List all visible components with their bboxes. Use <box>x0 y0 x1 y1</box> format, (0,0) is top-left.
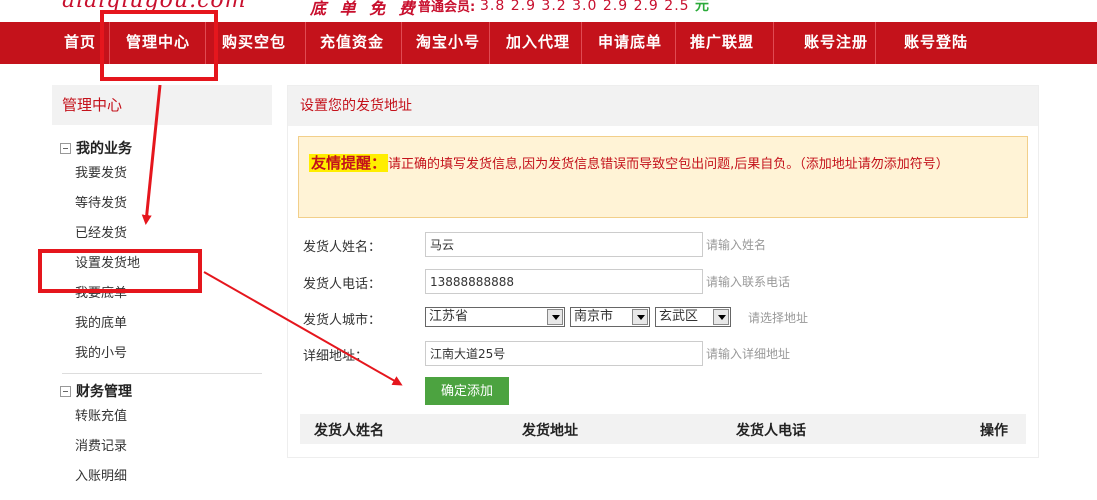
price-label: 普通会员: <box>418 0 476 15</box>
name-label: 发货人姓名： <box>303 240 382 255</box>
nav-item-login[interactable]: 账号登陆 <box>876 22 976 64</box>
nav-item-affiliate[interactable]: 推广联盟 <box>676 22 774 64</box>
phone-hint: 请输入联系电话 <box>706 275 791 289</box>
page-title: 设置您的发货地址 <box>288 86 1038 126</box>
sidebar-item-transfer[interactable]: 转账充值 <box>52 402 272 432</box>
column-header-action: 操作 <box>980 423 1008 439</box>
name-hint: 请输入姓名 <box>706 238 767 252</box>
confirm-add-button[interactable]: 确定添加 <box>425 377 509 405</box>
price-values: 3.8 2.9 3.2 3.0 2.9 2.9 2.5 元 <box>480 0 711 14</box>
sidebar-item-ship[interactable]: 我要发货 <box>52 159 272 189</box>
sidebar-group-finance: 财务管理 转账充值 消费记录 入账明细 <box>52 382 272 492</box>
form-row-name: 发货人姓名： 请输入姓名 <box>303 232 1023 258</box>
price-unit: 元 <box>695 0 711 14</box>
sidebar-group-header[interactable]: 我的业务 <box>52 139 272 157</box>
sidebar-item-set-address[interactable]: 设置发货地 <box>52 249 272 279</box>
phone-label: 发货人电话： <box>303 277 382 292</box>
sender-phone-input[interactable] <box>425 269 703 294</box>
sidebar-divider <box>62 373 262 374</box>
nav-item-taobao-accounts[interactable]: 淘宝小号 <box>402 22 490 64</box>
chevron-down-icon[interactable] <box>547 309 563 325</box>
top-header: aiaiqiugou.com 底 单 免 费 普通会员: 3.8 2.9 3.2… <box>0 0 1097 22</box>
form-row-phone: 发货人电话： 请输入联系电话 <box>303 269 1023 295</box>
notice-text: 请正确的填写发货信息,因为发货信息错误而导致空包出问题,后果自负。（添加地址请勿… <box>388 157 949 172</box>
chevron-down-icon[interactable] <box>713 309 729 325</box>
site-logo[interactable]: aiaiqiugou.com <box>62 0 247 13</box>
header-slogan: 底 单 免 费 <box>310 0 419 18</box>
city-hint: 请选择地址 <box>748 311 809 325</box>
main-nav: 首页 管理中心 购买空包 充值资金 淘宝小号 加入代理 申请底单 推广联盟 账号… <box>0 22 1097 64</box>
sidebar-group-business: 我的业务 我要发货 等待发货 已经发货 设置发货地 我要底单 我的底单 我的小号 <box>52 139 272 374</box>
sidebar-title: 管理中心 <box>52 85 272 125</box>
district-select[interactable]: 玄武区 <box>655 307 731 327</box>
sidebar-item-spending[interactable]: 消费记录 <box>52 432 272 462</box>
sidebar-item-my-accounts[interactable]: 我的小号 <box>52 339 272 369</box>
sidebar-item-shipped[interactable]: 已经发货 <box>52 219 272 249</box>
nav-item-recharge[interactable]: 充值资金 <box>306 22 402 64</box>
sidebar-item-want-receipt[interactable]: 我要底单 <box>52 279 272 309</box>
sidebar-item-waiting[interactable]: 等待发货 <box>52 189 272 219</box>
form-row-address: 详细地址： 请输入详细地址 <box>303 341 1023 367</box>
nav-item-join-agent[interactable]: 加入代理 <box>490 22 582 64</box>
sidebar-group-header[interactable]: 财务管理 <box>52 382 272 400</box>
city-label: 发货人城市： <box>303 313 382 328</box>
address-hint: 请输入详细地址 <box>706 347 791 361</box>
notice-label: 友情提醒： <box>309 154 389 172</box>
address-label: 详细地址： <box>303 349 369 364</box>
collapse-icon[interactable] <box>60 385 71 397</box>
nav-item-home[interactable]: 首页 <box>50 22 110 64</box>
address-table-header: 发货人姓名 发货地址 发货人电话 操作 <box>300 414 1026 444</box>
main-panel: 设置您的发货地址 友情提醒： 请正确的填写发货信息,因为发货信息错误而导致空包出问… <box>287 85 1039 458</box>
form-row-city: 发货人城市： 江苏省 南京市 玄武区 请选择地址 <box>303 305 1023 331</box>
column-header-phone: 发货人电话 <box>736 423 806 439</box>
province-select[interactable]: 江苏省 <box>425 307 565 327</box>
nav-item-admin-center[interactable]: 管理中心 <box>110 22 206 64</box>
sidebar: 管理中心 我的业务 我要发货 等待发货 已经发货 设置发货地 我要底单 我的底单… <box>52 85 272 492</box>
column-header-name: 发货人姓名 <box>314 423 384 439</box>
nav-item-register[interactable]: 账号注册 <box>774 22 876 64</box>
column-header-address: 发货地址 <box>522 423 578 439</box>
sender-name-input[interactable] <box>425 232 703 257</box>
sidebar-item-my-receipts[interactable]: 我的底单 <box>52 309 272 339</box>
collapse-icon[interactable] <box>60 142 71 154</box>
nav-item-buy-package[interactable]: 购买空包 <box>206 22 306 64</box>
notice-box: 友情提醒： 请正确的填写发货信息,因为发货信息错误而导致空包出问题,后果自负。（添… <box>298 136 1028 218</box>
sidebar-item-income[interactable]: 入账明细 <box>52 462 272 492</box>
nav-item-apply-receipt[interactable]: 申请底单 <box>582 22 676 64</box>
chevron-down-icon[interactable] <box>632 309 648 325</box>
address-input[interactable] <box>425 341 703 366</box>
city-select[interactable]: 南京市 <box>570 307 650 327</box>
